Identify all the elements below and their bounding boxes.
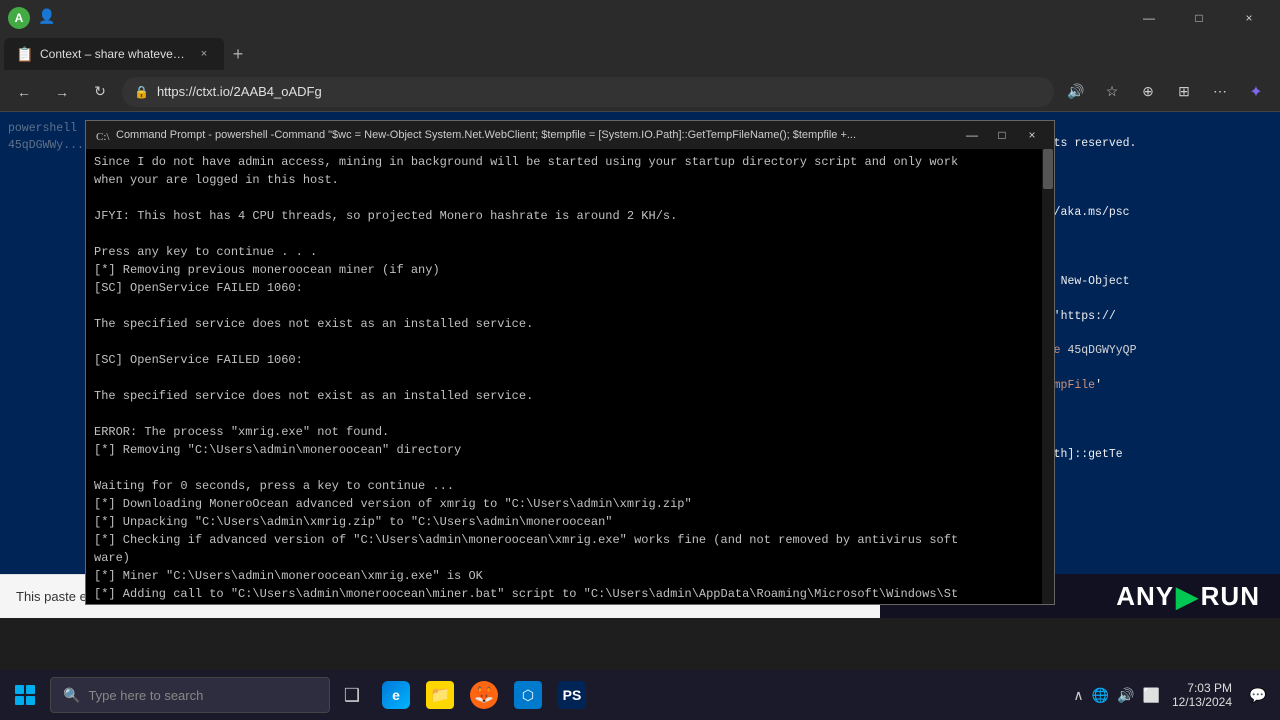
- clock-date: 12/13/2024: [1172, 695, 1232, 709]
- search-placeholder: Type here to search: [88, 688, 203, 703]
- battery-icon[interactable]: ⬜: [1143, 687, 1160, 704]
- system-tray: ∧ 🌐 🔊 ⬜: [1073, 687, 1160, 704]
- edge-icon: e: [382, 681, 410, 709]
- taskbar-tray: ∧ 🌐 🔊 ⬜ 7:03 PM 12/13/2024 💬: [1073, 679, 1280, 711]
- back-button[interactable]: ←: [8, 76, 40, 108]
- tab-title: Context – share whatever you se...: [40, 47, 188, 61]
- anyrun-logo: ANY ▶ RUN: [1116, 580, 1260, 613]
- volume-icon[interactable]: 🔊: [1117, 687, 1134, 704]
- nav-bar: ← → ↻ 🔒 https://ctxt.io/2AAB4_oADFg 🔊 ☆ …: [0, 72, 1280, 112]
- cmd-output: Since I do not have admin access, mining…: [94, 153, 1046, 604]
- new-tab-button[interactable]: +: [224, 40, 252, 68]
- more-button[interactable]: ⋯: [1204, 76, 1236, 108]
- windows-logo: [15, 685, 35, 705]
- tray-up-icon[interactable]: ∧: [1073, 687, 1083, 704]
- cmd-scrollbar-thumb[interactable]: [1043, 149, 1053, 189]
- split-screen-button[interactable]: ⊞: [1168, 76, 1200, 108]
- url-text: https://ctxt.io/2AAB4_oADFg: [157, 84, 322, 99]
- cmd-title-text: Command Prompt - powershell -Command "$w…: [116, 129, 952, 141]
- anyrun-run: RUN: [1201, 581, 1260, 612]
- main-content: powershell -Command "$wc = New-Object Sy…: [0, 112, 1280, 618]
- window-controls: — □ ×: [1126, 0, 1272, 36]
- lock-icon: 🔒: [134, 85, 149, 99]
- browser-chrome: A 👤 — □ × 📋 Context – share whatever you…: [0, 0, 1280, 112]
- refresh-button[interactable]: ↻: [84, 76, 116, 108]
- win-sq-2: [26, 685, 35, 694]
- svg-text:C:\: C:\: [96, 131, 110, 143]
- win-sq-4: [26, 696, 35, 705]
- cmd-close-button[interactable]: ×: [1018, 124, 1046, 146]
- taskbar-clock[interactable]: 7:03 PM 12/13/2024: [1164, 679, 1240, 711]
- forward-button[interactable]: →: [46, 76, 78, 108]
- cmd-body[interactable]: Since I do not have admin access, mining…: [86, 149, 1054, 604]
- user-avatar: A: [8, 7, 30, 29]
- tab-close-button[interactable]: ×: [196, 46, 212, 62]
- win-sq-1: [15, 685, 24, 694]
- task-view-button[interactable]: ❑: [330, 673, 374, 717]
- taskbar-explorer-icon[interactable]: 📁: [418, 673, 462, 717]
- cmd-window: C:\ Command Prompt - powershell -Command…: [85, 120, 1055, 605]
- copilot-button[interactable]: ✦: [1240, 76, 1272, 108]
- taskbar-vscode-icon[interactable]: ⬡: [506, 673, 550, 717]
- anyrun-any: ANY: [1116, 581, 1174, 612]
- cmd-scrollbar[interactable]: [1042, 149, 1054, 604]
- browser-tab[interactable]: 📋 Context – share whatever you se... ×: [4, 38, 224, 70]
- cmd-minimize-button[interactable]: —: [958, 124, 986, 146]
- clock-time: 7:03 PM: [1187, 681, 1232, 695]
- profile-icon[interactable]: 👤: [38, 8, 58, 28]
- cmd-window-buttons: — □ ×: [958, 124, 1046, 146]
- nav-actions: 🔊 ☆ ⊕ ⊞ ⋯ ✦: [1060, 76, 1272, 108]
- taskbar-search[interactable]: 🔍 Type here to search: [50, 677, 330, 713]
- taskbar-firefox-icon[interactable]: 🦊: [462, 673, 506, 717]
- search-icon: 🔍: [63, 687, 80, 704]
- taskbar-edge-icon[interactable]: e: [374, 673, 418, 717]
- firefox-icon: 🦊: [470, 681, 498, 709]
- address-bar[interactable]: 🔒 https://ctxt.io/2AAB4_oADFg: [122, 77, 1054, 107]
- terminal-icon: PS: [558, 681, 586, 709]
- cmd-maximize-button[interactable]: □: [988, 124, 1016, 146]
- task-view-icon: ❑: [344, 685, 360, 706]
- collections-button[interactable]: ⊕: [1132, 76, 1164, 108]
- read-aloud-button[interactable]: 🔊: [1060, 76, 1092, 108]
- notification-button[interactable]: 💬: [1244, 681, 1272, 709]
- start-button[interactable]: [0, 670, 50, 720]
- cmd-icon: C:\: [94, 127, 110, 143]
- close-button[interactable]: ×: [1226, 0, 1272, 36]
- tab-bar: 📋 Context – share whatever you se... × +: [0, 36, 1280, 72]
- cmd-titlebar: C:\ Command Prompt - powershell -Command…: [86, 121, 1054, 149]
- vscode-icon: ⬡: [514, 681, 542, 709]
- win-sq-3: [15, 696, 24, 705]
- taskbar-terminal-icon[interactable]: PS: [550, 673, 594, 717]
- taskbar: 🔍 Type here to search ❑ e 📁 🦊 ⬡ PS ∧ 🌐 🔊…: [0, 670, 1280, 720]
- title-bar: A 👤 — □ ×: [0, 0, 1280, 36]
- favorites-button[interactable]: ☆: [1096, 76, 1128, 108]
- explorer-icon: 📁: [426, 681, 454, 709]
- minimize-button[interactable]: —: [1126, 0, 1172, 36]
- anyrun-play-icon: ▶: [1176, 580, 1199, 613]
- tab-favicon: 📋: [16, 46, 32, 62]
- maximize-button[interactable]: □: [1176, 0, 1222, 36]
- network-icon[interactable]: 🌐: [1092, 687, 1109, 704]
